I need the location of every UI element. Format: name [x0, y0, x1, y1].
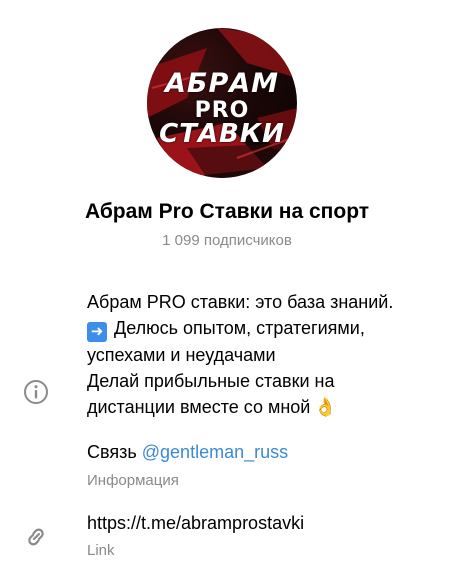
subscriber-count: 1 099 подписчиков	[162, 232, 292, 249]
description-line2: Делюсь опытом, стратегиями,	[114, 318, 365, 338]
info-section-label: Информация	[87, 472, 179, 489]
description-line4: Делай прибыльные ставки на	[87, 371, 335, 391]
description-line1: Абрам PRO ставки: это база знаний.	[87, 292, 394, 312]
link-icon	[28, 528, 44, 546]
avatar-text-line1: АБРАМ	[164, 68, 280, 99]
channel-link-url[interactable]: https://t.me/abramprostavki	[87, 513, 304, 534]
channel-title: Абрам Pro Ставки на спорт	[84, 200, 370, 223]
description-line3: успехами и неудачами	[87, 345, 276, 365]
contact-mention-link[interactable]: @gentleman_russ	[142, 442, 288, 462]
contact-row: Связь @gentleman_russ	[87, 442, 288, 463]
channel-description: Абрам PRO ставки: это база знаний. ➜ Дел…	[87, 289, 447, 420]
description-line5: дистанции вместе со мной	[87, 397, 311, 417]
link-section-label: Link	[87, 542, 115, 559]
avatar-text-line3: СТАВКИ	[159, 119, 285, 149]
channel-avatar[interactable]: АБРАМ PRO СТАВКИ	[147, 28, 297, 178]
contact-prefix: Связь	[87, 442, 137, 462]
ok-hand-emoji-icon: 👌	[314, 397, 337, 417]
arrow-right-emoji-icon: ➜	[87, 322, 107, 342]
info-icon	[24, 380, 48, 404]
